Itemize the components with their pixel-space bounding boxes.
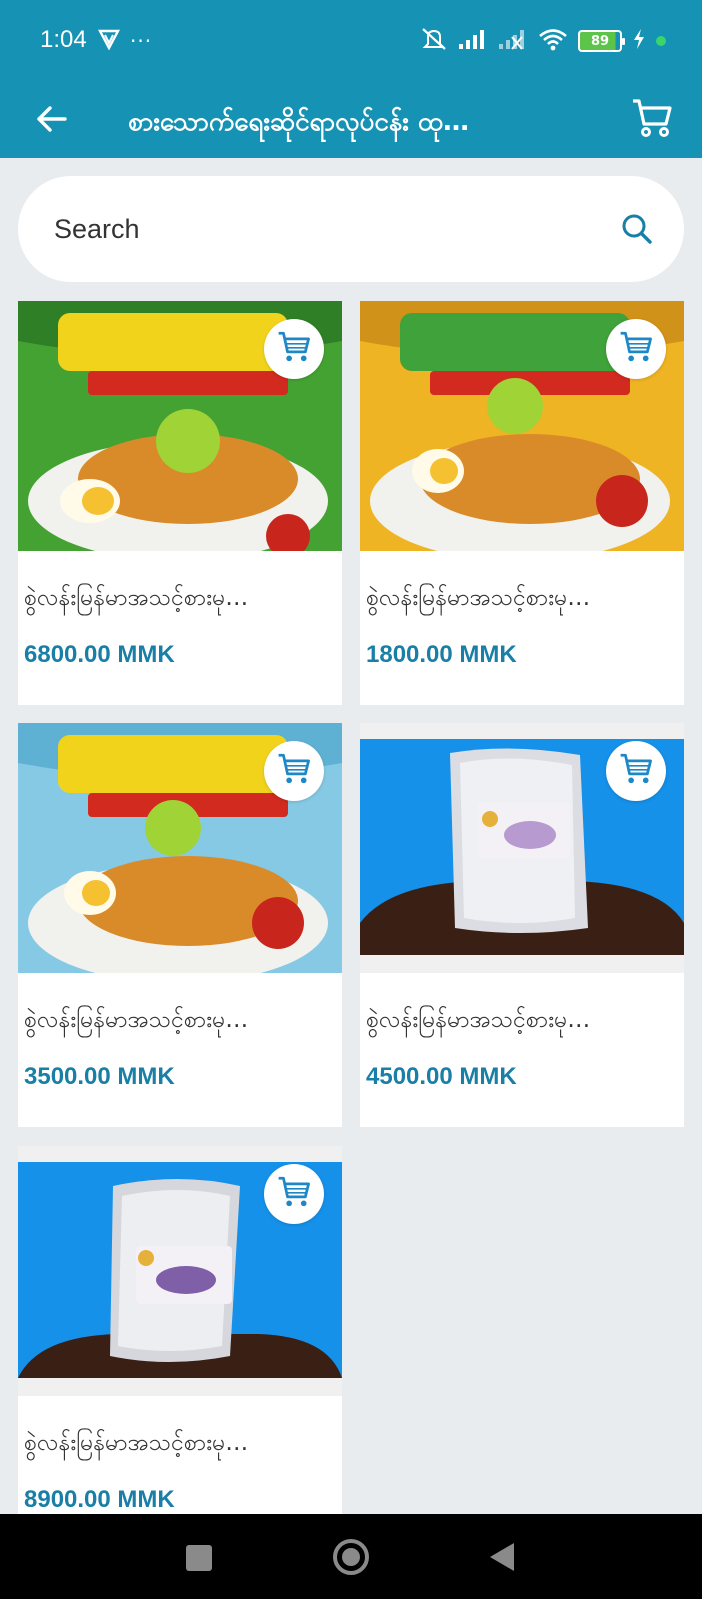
add-to-cart-button[interactable] — [606, 319, 666, 379]
product-name: စွဲလန်းမြန်မာအသင့်စားမု… — [24, 1007, 249, 1033]
signal-icon — [458, 28, 488, 54]
product-name: စွဲလန်းမြန်မာအသင့်စားမု… — [24, 585, 249, 611]
page-title: စားသောက်ရေးဆိုင်ရာလုပ်ငန်း ထု… — [128, 107, 469, 137]
add-to-cart-button[interactable] — [606, 741, 666, 801]
charging-icon — [632, 28, 646, 54]
product-name: စွဲလန်းမြန်မာအသင့်စားမု… — [366, 585, 591, 611]
cart-icon — [631, 97, 673, 143]
search-bar — [18, 176, 684, 282]
system-nav-bar — [0, 1514, 702, 1599]
home-icon[interactable] — [333, 1539, 369, 1575]
status-time: 1:04 — [40, 26, 87, 53]
notification-dot — [656, 36, 666, 46]
back-arrow-icon — [35, 105, 67, 137]
cart-icon — [619, 752, 653, 790]
cart-icon — [277, 1175, 311, 1213]
search-input[interactable] — [54, 206, 594, 252]
nav-back-icon[interactable] — [490, 1543, 514, 1571]
product-name: စွဲလန်းမြန်မာအသင့်စားမု… — [24, 1430, 249, 1456]
signal-no-icon — [498, 28, 528, 54]
product-card[interactable]: စွဲလန်းမြန်မာအသင့်စားမု… 4500.00 MMK — [360, 723, 684, 1127]
recent-apps-icon[interactable] — [186, 1545, 212, 1571]
product-card[interactable]: စွဲလန်းမြန်မာအသင့်စားမု… 8900.00 MMK — [18, 1146, 342, 1514]
more-icon: ··· — [130, 29, 153, 53]
mute-icon — [420, 26, 448, 56]
add-to-cart-button[interactable] — [264, 319, 324, 379]
product-card[interactable]: စွဲလန်းမြန်မာအသင့်စားမု… 3500.00 MMK — [18, 723, 342, 1127]
add-to-cart-button[interactable] — [264, 1164, 324, 1224]
search-icon[interactable] — [620, 212, 654, 246]
product-price: 8900.00 MMK — [24, 1486, 175, 1513]
battery-icon: 89 — [578, 30, 625, 52]
product-name: စွဲလန်းမြန်မာအသင့်စားမု… — [366, 1007, 591, 1033]
product-card[interactable]: စွဲလန်းမြန်မာအသင့်စားမု… 1800.00 MMK — [360, 301, 684, 705]
product-price: 3500.00 MMK — [24, 1063, 175, 1090]
cart-icon — [619, 330, 653, 368]
back-button[interactable] — [28, 98, 74, 144]
add-to-cart-button[interactable] — [264, 741, 324, 801]
vpn-icon — [98, 28, 120, 54]
cart-icon — [277, 752, 311, 790]
product-price: 1800.00 MMK — [366, 641, 517, 668]
product-price: 4500.00 MMK — [366, 1063, 517, 1090]
product-card[interactable]: စွဲလန်းမြန်မာအသင့်စားမု… 6800.00 MMK — [18, 301, 342, 705]
app-bar: စားသောက်ရေးဆိုင်ရာလုပ်ငန်း ထု… — [0, 84, 702, 158]
status-bar: 1:04 ··· 89 — [0, 0, 702, 84]
product-price: 6800.00 MMK — [24, 641, 175, 668]
cart-icon — [277, 330, 311, 368]
wifi-icon — [538, 27, 568, 55]
cart-button[interactable] — [624, 92, 680, 148]
